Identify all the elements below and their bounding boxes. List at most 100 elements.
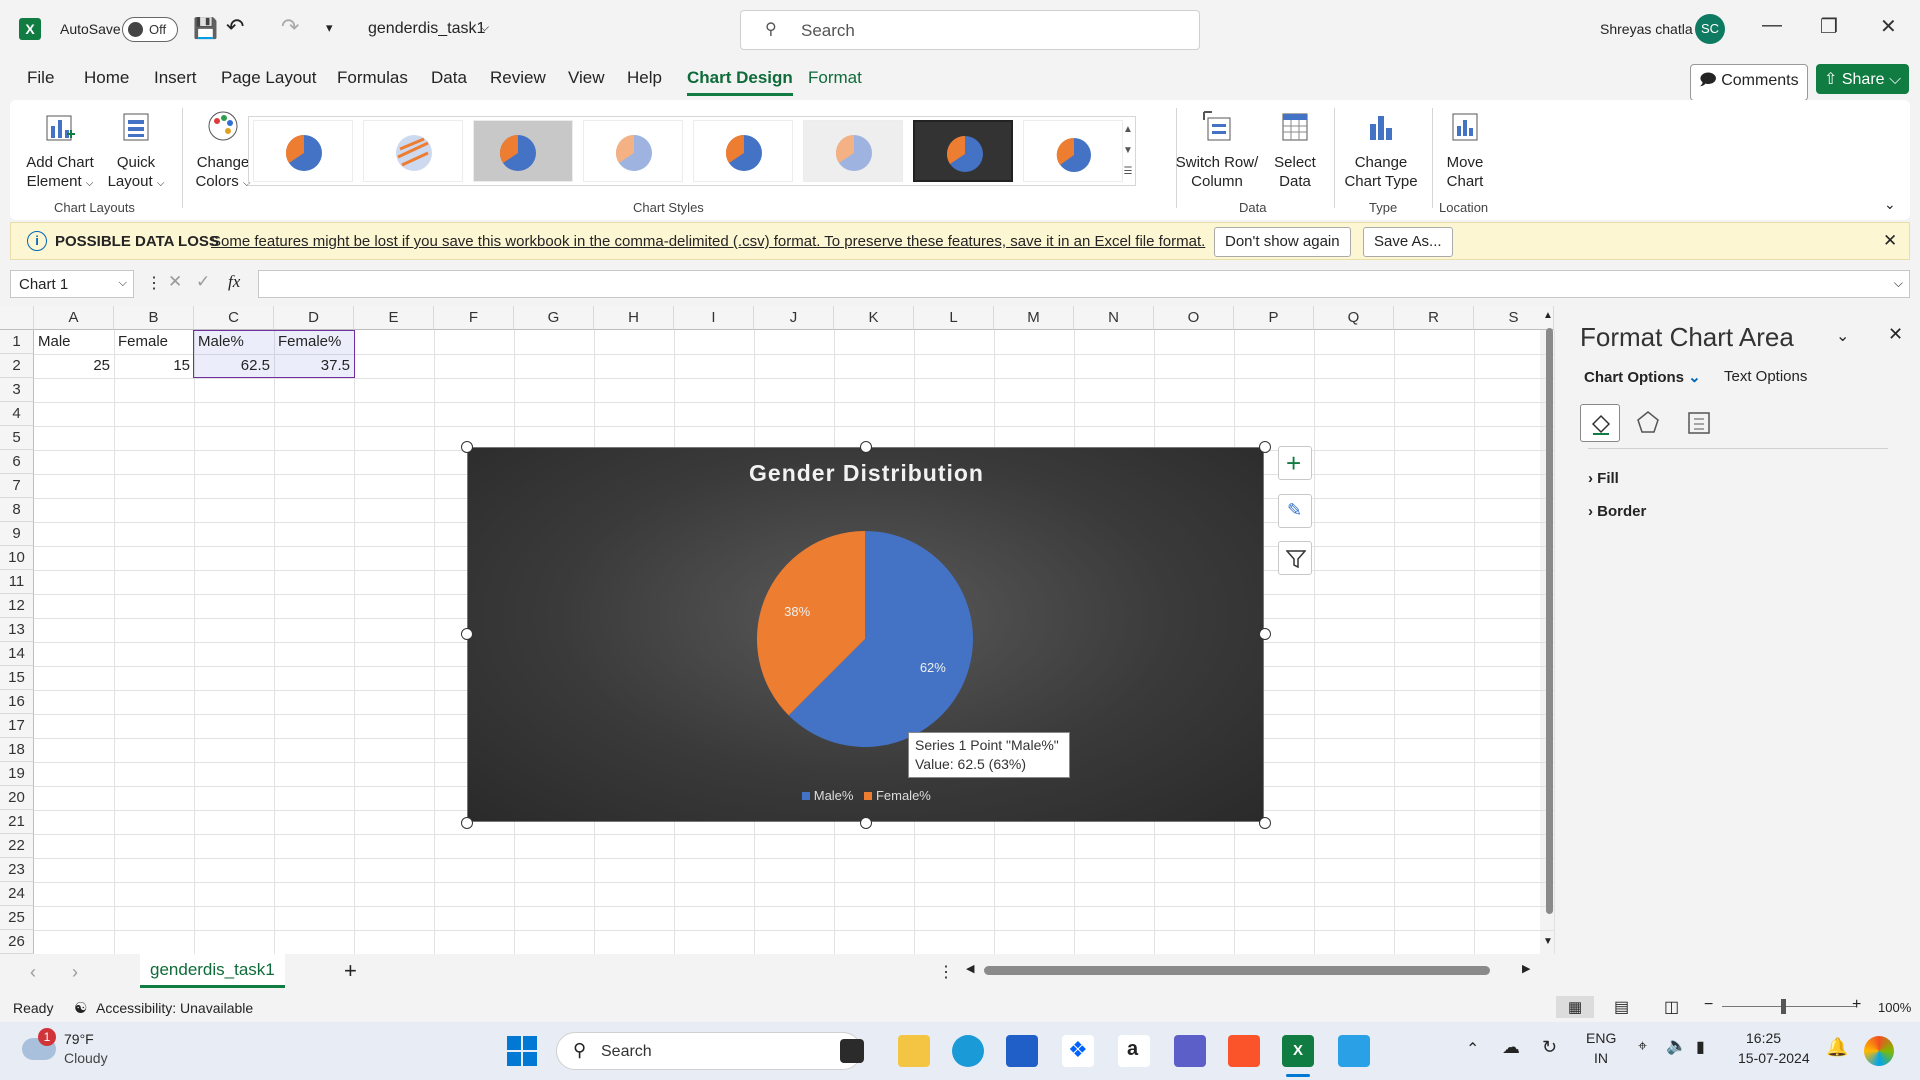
resize-handle-top-left[interactable] (461, 441, 473, 453)
enter-icon[interactable]: ✓ (196, 272, 210, 292)
fill-section[interactable]: › Fill (1588, 470, 1619, 487)
chart-area[interactable]: Gender Distribution 62% 38% Male% Female% (467, 447, 1264, 822)
chevron-down-icon[interactable]: ⌵ (1894, 276, 1903, 291)
clock-date[interactable]: 15-07-2024 (1738, 1050, 1810, 1066)
row-header-25[interactable]: 25 (0, 906, 34, 930)
chart-style-7-selected[interactable] (913, 120, 1013, 182)
cell-a2[interactable]: 25 (34, 354, 114, 378)
scroll-left-icon[interactable]: ◀ (966, 962, 974, 975)
row-header-20[interactable]: 20 (0, 786, 34, 810)
row-header-10[interactable]: 10 (0, 546, 34, 570)
more-options-icon[interactable]: ⋮ (938, 962, 954, 982)
autosave-toggle[interactable]: Off (122, 17, 178, 42)
sheet-tab-genderdis-task1[interactable]: genderdis_task1 (140, 954, 285, 988)
column-header-e[interactable]: E (354, 306, 434, 330)
chart-elements-button[interactable]: + (1278, 446, 1312, 480)
text-options-tab[interactable]: Text Options (1724, 368, 1807, 385)
column-header-i[interactable]: I (674, 306, 754, 330)
chart-style-8[interactable] (1023, 120, 1123, 182)
close-icon[interactable]: ✕ (1883, 231, 1897, 251)
photos-icon[interactable] (1338, 1035, 1370, 1067)
tab-home[interactable]: Home (84, 68, 129, 88)
notification-bell-icon[interactable]: 🔔 (1826, 1037, 1848, 1058)
data-label-female[interactable]: 38% (784, 604, 810, 619)
windows-start-icon[interactable] (506, 1035, 538, 1067)
chart-style-5[interactable] (693, 120, 793, 182)
gallery-more-icon[interactable]: ☰ (1121, 161, 1135, 182)
tab-formulas[interactable]: Formulas (337, 68, 408, 88)
select-all-corner[interactable] (0, 306, 34, 330)
row-header-4[interactable]: 4 (0, 402, 34, 426)
accessibility-status[interactable]: Accessibility: Unavailable (96, 1000, 253, 1016)
chevron-up-icon[interactable]: ▲ (1121, 119, 1135, 140)
task-view-icon[interactable] (840, 1039, 864, 1063)
normal-view-button[interactable]: ▦ (1556, 996, 1594, 1018)
row-header-26[interactable]: 26 (0, 930, 34, 954)
tab-page-layout[interactable]: Page Layout (221, 68, 316, 88)
tab-help[interactable]: Help (627, 68, 662, 88)
legend-entry-female[interactable]: Female% (876, 788, 931, 803)
tab-format[interactable]: Format (808, 68, 862, 88)
chart-style-2[interactable] (363, 120, 463, 182)
formula-input[interactable]: ⌵ (258, 270, 1910, 298)
zoom-out-icon[interactable]: − (1704, 996, 1713, 1014)
row-header-8[interactable]: 8 (0, 498, 34, 522)
switch-row-column-button[interactable]: Switch Row/ Column (1172, 108, 1262, 191)
dropbox-icon[interactable]: ❖ (1062, 1035, 1094, 1067)
column-header-q[interactable]: Q (1314, 306, 1394, 330)
insert-function-icon[interactable]: fx (228, 272, 240, 292)
pane-options-icon[interactable]: ⌄ (1836, 326, 1849, 346)
cancel-icon[interactable]: ✕ (168, 272, 182, 292)
taskbar-search[interactable]: ⚲ Search (556, 1032, 862, 1070)
data-label-male[interactable]: 62% (920, 660, 946, 675)
chart-style-1[interactable] (253, 120, 353, 182)
amazon-icon[interactable]: a (1118, 1035, 1150, 1067)
horizontal-scrollbar[interactable]: ◀ ▶ (966, 962, 1532, 980)
row-header-3[interactable]: 3 (0, 378, 34, 402)
language-line-1[interactable]: ENG (1586, 1030, 1616, 1046)
page-break-view-icon[interactable]: ◫ (1664, 997, 1679, 1017)
select-data-button[interactable]: Select Data (1266, 108, 1324, 191)
row-header-7[interactable]: 7 (0, 474, 34, 498)
resize-handle-left[interactable] (461, 628, 473, 640)
scroll-right-icon[interactable]: ▶ (1522, 962, 1530, 975)
column-header-r[interactable]: R (1394, 306, 1474, 330)
tab-data[interactable]: Data (431, 68, 467, 88)
column-header-h[interactable]: H (594, 306, 674, 330)
border-section[interactable]: › Border (1588, 503, 1646, 520)
language-line-2[interactable]: IN (1594, 1050, 1608, 1066)
row-header-6[interactable]: 6 (0, 450, 34, 474)
legend-entry-male[interactable]: Male% (814, 788, 854, 803)
column-header-f[interactable]: F (434, 306, 514, 330)
battery-icon[interactable]: ▮ (1696, 1037, 1705, 1057)
file-name[interactable]: genderdis_task1 (368, 20, 485, 38)
resize-handle-bottom-right[interactable] (1259, 817, 1271, 829)
chart-styles-gallery[interactable]: ▲ ▼ ☰ (248, 116, 1136, 186)
column-header-n[interactable]: N (1074, 306, 1154, 330)
vertical-scrollbar[interactable]: ▲ ▼ (1542, 310, 1556, 950)
row-header-11[interactable]: 11 (0, 570, 34, 594)
row-header-23[interactable]: 23 (0, 858, 34, 882)
row-header-1[interactable]: 1 (0, 330, 34, 354)
edge-icon[interactable] (952, 1035, 984, 1067)
row-header-14[interactable]: 14 (0, 642, 34, 666)
fill-line-tab[interactable] (1580, 404, 1620, 442)
save-icon[interactable]: 💾 (193, 16, 218, 41)
column-header-a[interactable]: A (34, 306, 114, 330)
onedrive-icon[interactable]: ☁ (1502, 1037, 1520, 1058)
row-header-2[interactable]: 2 (0, 354, 34, 378)
comments-button[interactable]: 🗩 Comments (1690, 64, 1808, 101)
wifi-icon[interactable]: ⌖ (1638, 1038, 1647, 1056)
vertical-scroll-thumb[interactable] (1546, 328, 1553, 914)
chart-style-3[interactable] (473, 120, 573, 182)
chart-style-6[interactable] (803, 120, 903, 182)
chart-filters-button[interactable] (1278, 541, 1312, 575)
search-box[interactable]: ⚲ Search (740, 10, 1200, 50)
column-header-l[interactable]: L (914, 306, 994, 330)
show-hidden-icons-icon[interactable]: ⌃ (1466, 1039, 1479, 1059)
gallery-scroll[interactable]: ▲ ▼ ☰ (1121, 119, 1135, 183)
row-header-17[interactable]: 17 (0, 714, 34, 738)
save-as-button[interactable]: Save As... (1363, 227, 1453, 257)
infobar-message[interactable]: Some features might be lost if you save … (211, 233, 1205, 250)
chart-style-4[interactable] (583, 120, 683, 182)
